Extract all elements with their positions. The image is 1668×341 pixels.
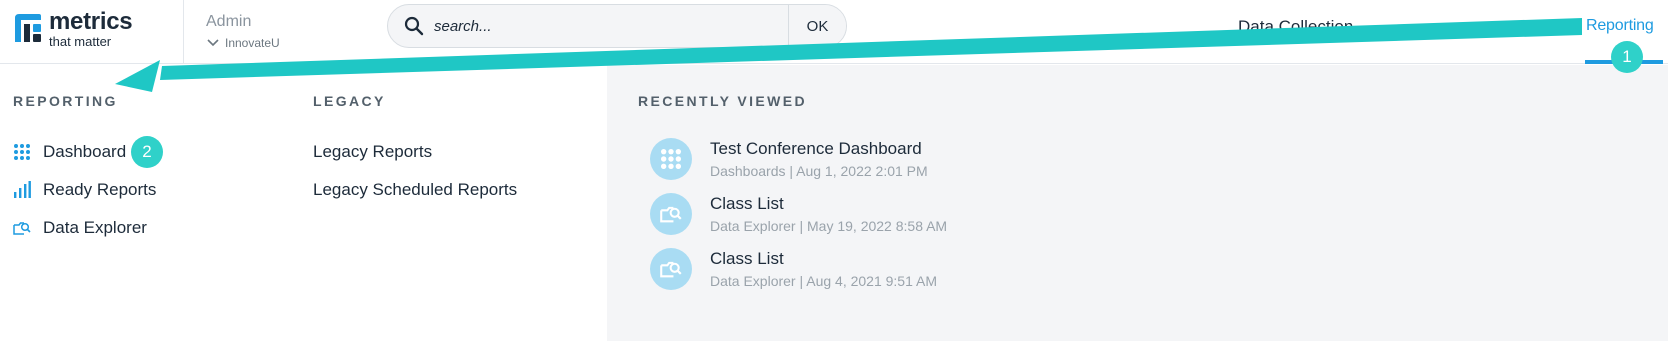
search-icon xyxy=(404,16,424,36)
recent-item-meta: Dashboards | Aug 1, 2022 2:01 PM xyxy=(710,163,928,179)
tenant-role: Admin xyxy=(206,13,252,30)
menu-item-ready-reports[interactable]: Ready Reports xyxy=(13,180,156,200)
menu-item-label: Dashboard xyxy=(43,142,127,161)
logo-mark-icon xyxy=(13,12,43,46)
logo[interactable]: metrics that matter xyxy=(13,8,133,49)
annotation-badge-1: 1 xyxy=(1611,41,1643,73)
tenant-org-label: InnovateU xyxy=(225,36,280,50)
recent-item-title: Class List xyxy=(710,194,784,213)
chevron-down-icon xyxy=(207,39,219,47)
recent-item[interactable]: Class List Data Explorer | Aug 4, 2021 9… xyxy=(650,248,937,290)
tenant-switcher[interactable]: Admin InnovateU xyxy=(206,13,280,50)
recent-item-title: Class List xyxy=(710,249,784,268)
menu-item-label: Ready Reports xyxy=(43,180,157,199)
recent-item-title: Test Conference Dashboard xyxy=(710,139,922,158)
grid-dots-icon xyxy=(660,148,682,170)
logo-subtitle: that matter xyxy=(49,34,112,49)
recent-item-meta: Data Explorer | Aug 4, 2021 9:51 AM xyxy=(710,273,938,289)
search-bar: OK xyxy=(387,4,847,48)
annotation-badge-2: 2 xyxy=(131,136,163,168)
nav-item-reporting[interactable]: Reporting xyxy=(1586,17,1654,35)
recent-item-icon-circle xyxy=(650,138,692,180)
recent-item-icon-circle xyxy=(650,193,692,235)
search-input[interactable] xyxy=(434,17,764,35)
recent-item[interactable]: Class List Data Explorer | May 19, 2022 … xyxy=(650,193,947,235)
recently-viewed-heading: RECENTLY VIEWED xyxy=(638,93,808,109)
logo-title: metrics xyxy=(49,8,133,35)
data-explorer-icon xyxy=(13,222,31,235)
tenant-org-selector[interactable]: InnovateU xyxy=(206,36,280,50)
top-bar: metrics that matter Admin InnovateU OK D… xyxy=(0,0,1668,64)
reporting-heading: REPORTING xyxy=(13,93,118,109)
menu-item-dashboard[interactable]: Dashboard xyxy=(13,142,126,162)
recent-item-icon-circle xyxy=(650,248,692,290)
bar-chart-icon xyxy=(14,181,31,198)
recent-item[interactable]: Test Conference Dashboard Dashboards | A… xyxy=(650,138,928,180)
menu-item-data-explorer[interactable]: Data Explorer xyxy=(13,218,147,238)
nav-item-data-collection[interactable]: Data Collection xyxy=(1238,17,1353,37)
search-ok-button[interactable]: OK xyxy=(788,5,846,47)
menu-item-label: Data Explorer xyxy=(43,218,147,237)
grid-dots-icon xyxy=(14,144,30,160)
recent-item-meta: Data Explorer | May 19, 2022 8:58 AM xyxy=(710,218,948,234)
menu-item-legacy-scheduled-reports[interactable]: Legacy Scheduled Reports xyxy=(313,180,517,200)
data-explorer-icon xyxy=(660,206,682,223)
header-divider xyxy=(183,0,184,64)
menu-item-legacy-reports[interactable]: Legacy Reports xyxy=(313,142,432,162)
data-explorer-icon xyxy=(660,261,682,278)
legacy-heading: LEGACY xyxy=(313,93,386,109)
